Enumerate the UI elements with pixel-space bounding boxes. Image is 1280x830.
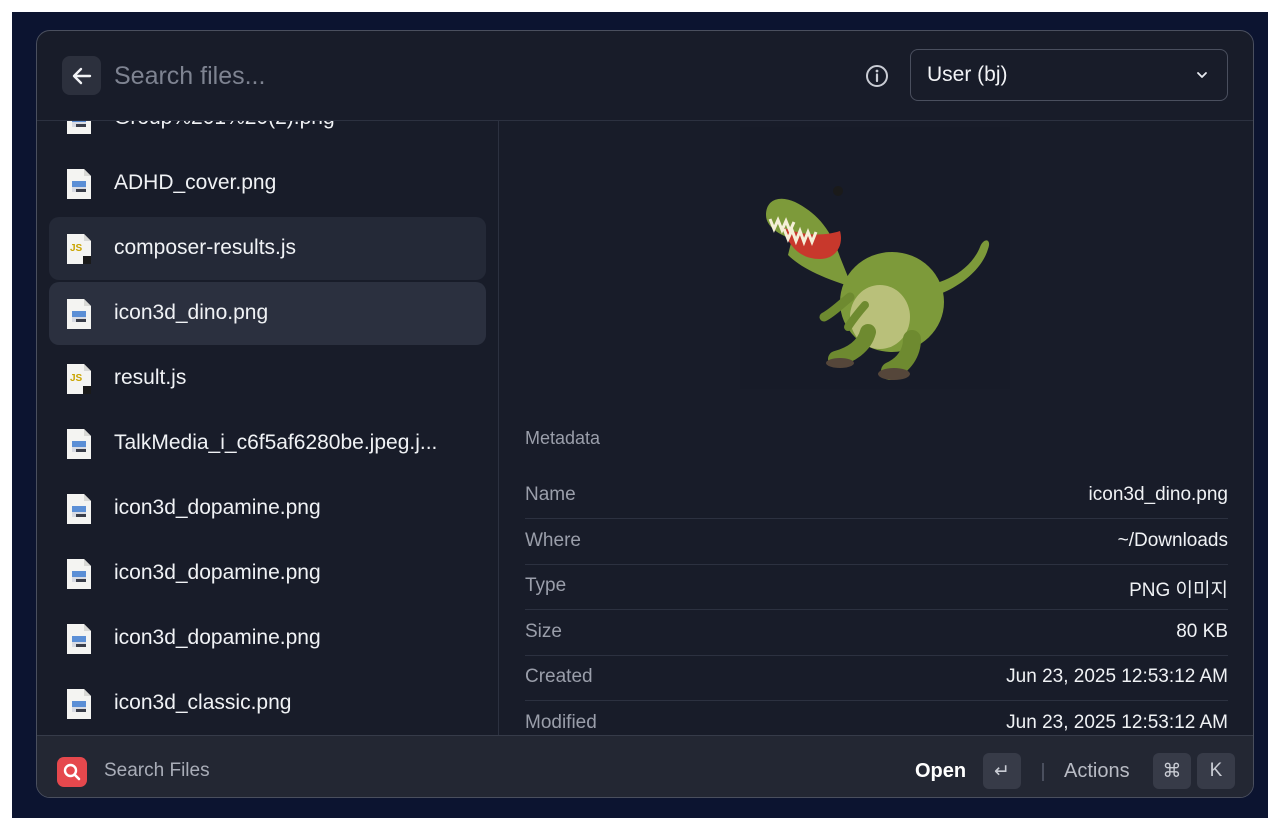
dinosaur-preview-image [766, 186, 990, 380]
image-file-icon [67, 169, 91, 199]
file-name: icon3d_dino.png [114, 301, 269, 324]
metadata-key: Name [525, 484, 576, 505]
chevron-down-icon [1197, 72, 1207, 78]
file-name: Group%201%20(2).png [114, 121, 479, 130]
metadata-row: Size 80 KB [525, 611, 1228, 656]
user-scope-select[interactable]: User (bj) [910, 49, 1228, 101]
svg-text:JS: JS [70, 243, 83, 254]
k-key-hint: K [1197, 753, 1235, 789]
file-name: ADHD_cover.png [114, 171, 277, 194]
metadata-key: Type [525, 575, 567, 596]
image-file-icon [67, 494, 91, 524]
arrow-left-icon [72, 67, 91, 84]
file-list-item[interactable]: icon3d_dopamine.png [49, 542, 486, 605]
image-file-icon [67, 121, 91, 134]
image-file-icon [67, 624, 91, 654]
svg-text:JS: JS [70, 373, 83, 384]
metadata-value: Jun 23, 2025 12:53:12 AM [1006, 666, 1228, 687]
info-icon[interactable] [865, 64, 889, 88]
image-file-icon [67, 299, 91, 329]
file-list-item[interactable]: JS result.js [49, 347, 486, 410]
metadata-key: Modified [525, 711, 597, 733]
file-preview [740, 127, 1010, 389]
search-header: User (bj) [37, 31, 1253, 121]
metadata-row: Type PNG 이미지 [525, 565, 1228, 610]
file-name: icon3d_dopamine.png [114, 626, 321, 649]
file-name: composer-results.js [114, 236, 297, 259]
file-list-item[interactable]: icon3d_classic.png [49, 672, 486, 735]
file-name: result.js [114, 366, 187, 389]
file-name: TalkMedia_i_c6f5af6280be.jpeg.j... [114, 431, 438, 454]
file-list-item[interactable]: ADHD_cover.png [49, 152, 486, 215]
metadata-row: Name icon3d_dino.png [525, 474, 1228, 519]
image-file-icon [67, 559, 91, 589]
metadata-value: ~/Downloads [1117, 529, 1228, 551]
footer-divider [1042, 763, 1044, 781]
return-key-hint: ↵ [983, 753, 1021, 789]
image-file-icon [67, 689, 91, 719]
back-button[interactable] [62, 56, 101, 95]
open-action-button[interactable]: Open [915, 760, 966, 783]
search-input[interactable] [114, 57, 714, 95]
file-list-item[interactable]: JS composer-results.js [49, 217, 486, 280]
file-name: icon3d_classic.png [114, 691, 292, 714]
file-list-item[interactable]: Group%201%20(2).png [49, 121, 486, 150]
metadata-value: 80 KB [1176, 620, 1228, 642]
metadata-value: PNG 이미지 [1129, 580, 1228, 601]
file-search-window: User (bj) Group%201%20(2).png ADHD_cover.… [36, 30, 1254, 798]
file-list-item[interactable]: TalkMedia_i_c6f5af6280be.jpeg.j... [49, 412, 486, 475]
file-list-item[interactable]: icon3d_dino.png [49, 282, 486, 345]
metadata-row: Where ~/Downloads [525, 520, 1228, 565]
metadata-heading: Metadata [525, 428, 601, 448]
command-key-hint: ⌘ [1153, 753, 1191, 789]
search-icon [63, 763, 81, 781]
js-file-icon: JS [67, 364, 91, 394]
metadata-value: Jun 23, 2025 12:53:12 AM [1006, 711, 1228, 733]
file-list-item[interactable]: icon3d_dopamine.png [49, 607, 486, 670]
metadata-value: icon3d_dino.png [1088, 484, 1228, 505]
app-icon [57, 757, 87, 787]
metadata-row: Created Jun 23, 2025 12:53:12 AM [525, 656, 1228, 701]
file-name: icon3d_dopamine.png [114, 496, 321, 519]
app-title: Search Files [104, 760, 210, 781]
metadata-row: Modified Jun 23, 2025 12:53:12 AM [525, 702, 1228, 747]
metadata-key: Created [525, 666, 593, 687]
js-file-icon: JS [67, 234, 91, 264]
metadata-key: Where [525, 529, 581, 551]
metadata-key: Size [525, 620, 562, 642]
actions-button[interactable]: Actions [1064, 760, 1130, 783]
file-list[interactable]: Group%201%20(2).png ADHD_cover.png JS compo… [37, 121, 499, 735]
image-file-icon [67, 429, 91, 459]
file-list-item[interactable]: icon3d_dopamine.png [49, 477, 486, 540]
user-scope-value: User (bj) [927, 63, 1008, 86]
file-name: icon3d_dopamine.png [114, 561, 321, 584]
